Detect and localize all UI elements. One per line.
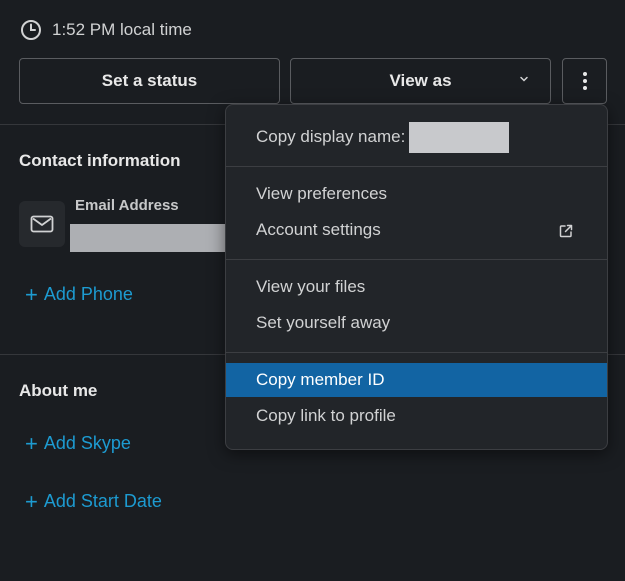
add-skype-link[interactable]: + Add Skype — [25, 430, 131, 456]
envelope-icon — [19, 201, 65, 247]
plus-icon: + — [25, 430, 38, 456]
external-link-icon — [558, 223, 574, 239]
more-actions-menu: Copy display name: View preferences Acco… — [225, 104, 608, 450]
menu-separator — [226, 166, 607, 167]
view-as-label: View as — [389, 71, 452, 90]
chevron-down-icon — [518, 73, 530, 85]
local-time-row: 1:52 PM local time — [20, 17, 192, 43]
plus-icon: + — [25, 281, 38, 307]
account-settings-label: Account settings — [256, 220, 381, 239]
set-status-button[interactable]: Set a status — [19, 58, 280, 104]
menu-item-set-yourself-away[interactable]: Set yourself away — [226, 306, 607, 340]
menu-item-account-settings[interactable]: Account settings — [226, 213, 607, 247]
local-time-text: 1:52 PM local time — [52, 20, 192, 39]
menu-separator — [226, 259, 607, 260]
email-address-value-redacted[interactable] — [70, 224, 230, 252]
more-actions-button[interactable] — [562, 58, 607, 104]
add-phone-link[interactable]: + Add Phone — [25, 281, 133, 307]
plus-icon: + — [25, 488, 38, 514]
add-phone-label: Add Phone — [43, 284, 133, 304]
view-as-button[interactable]: View as — [290, 58, 551, 104]
add-skype-label: Add Skype — [43, 433, 131, 453]
contact-information-title: Contact information — [19, 151, 181, 170]
menu-separator — [226, 352, 607, 353]
vertical-ellipsis-icon — [582, 70, 588, 92]
add-start-date-link[interactable]: + Add Start Date — [25, 488, 162, 514]
menu-item-copy-display-name[interactable]: Copy display name: — [226, 120, 607, 154]
clock-icon — [20, 19, 42, 41]
menu-item-view-your-files[interactable]: View your files — [226, 270, 607, 304]
add-start-date-label: Add Start Date — [43, 491, 162, 511]
menu-item-copy-member-id[interactable]: Copy member ID — [226, 363, 607, 397]
copy-display-name-label: Copy display name: — [256, 127, 406, 146]
menu-item-copy-link-to-profile[interactable]: Copy link to profile — [226, 399, 607, 433]
email-address-label: Email Address — [75, 197, 179, 214]
about-me-title: About me — [19, 381, 98, 400]
display-name-redacted — [409, 121, 510, 153]
menu-item-view-preferences[interactable]: View preferences — [226, 177, 607, 211]
